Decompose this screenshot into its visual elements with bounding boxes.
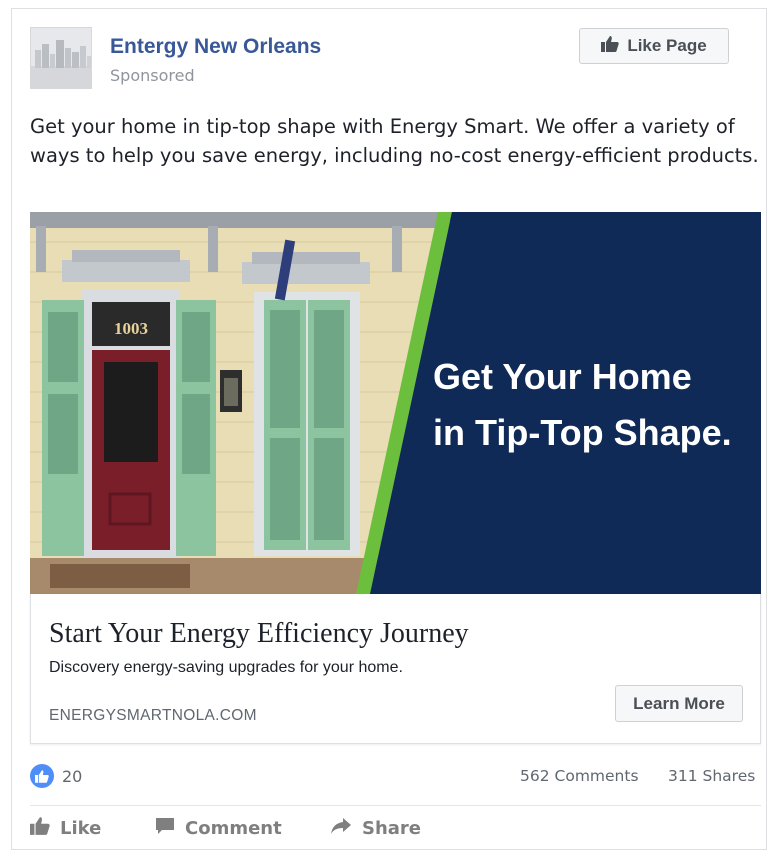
page-avatar[interactable] (30, 27, 92, 89)
door-number: 1003 (114, 319, 148, 338)
link-domain: ENERGYSMARTNOLA.COM (49, 707, 257, 724)
learn-more-button[interactable]: Learn More (615, 685, 743, 722)
sponsored-label[interactable]: Sponsored (110, 66, 195, 85)
share-button[interactable]: Share (330, 817, 421, 840)
page-name-link[interactable]: Entergy New Orleans (110, 35, 321, 59)
link-title[interactable]: Start Your Energy Efficiency Journey (49, 618, 469, 650)
share-label: Share (362, 818, 422, 839)
reaction-summary[interactable]: 20 (30, 764, 82, 788)
shares-count[interactable]: 311 Shares (668, 767, 755, 785)
ad-headline: Get Your Home in Tip-Top Shape. (433, 349, 732, 461)
like-count: 20 (62, 766, 83, 786)
like-button[interactable]: Like (30, 817, 101, 840)
like-label: Like (60, 818, 102, 839)
ad-headline-line1: Get Your Home (433, 356, 692, 397)
like-page-button[interactable]: Like Page (579, 28, 729, 64)
sponsored-post-card: Entergy New Orleans Sponsored Like Page … (11, 8, 767, 850)
link-preview[interactable]: Start Your Energy Efficiency Journey Dis… (30, 594, 761, 744)
thumbs-up-icon (30, 817, 50, 840)
thumbs-up-icon (601, 35, 620, 57)
ad-headline-line2: in Tip-Top Shape. (433, 412, 732, 453)
ad-image[interactable]: 1003 Get Your Home in Tip-Top Shape. (30, 212, 761, 594)
comment-icon (155, 817, 175, 840)
comment-label: Comment (185, 818, 282, 839)
comment-button[interactable]: Comment (155, 817, 282, 840)
like-reaction-icon (30, 764, 54, 788)
comments-count[interactable]: 562 Comments (520, 767, 639, 785)
divider (30, 805, 761, 806)
link-description: Discovery energy-saving upgrades for you… (49, 659, 403, 676)
post-text: Get your home in tip-top shape with Ener… (30, 115, 759, 167)
share-icon (330, 817, 352, 840)
like-page-label: Like Page (627, 36, 707, 55)
